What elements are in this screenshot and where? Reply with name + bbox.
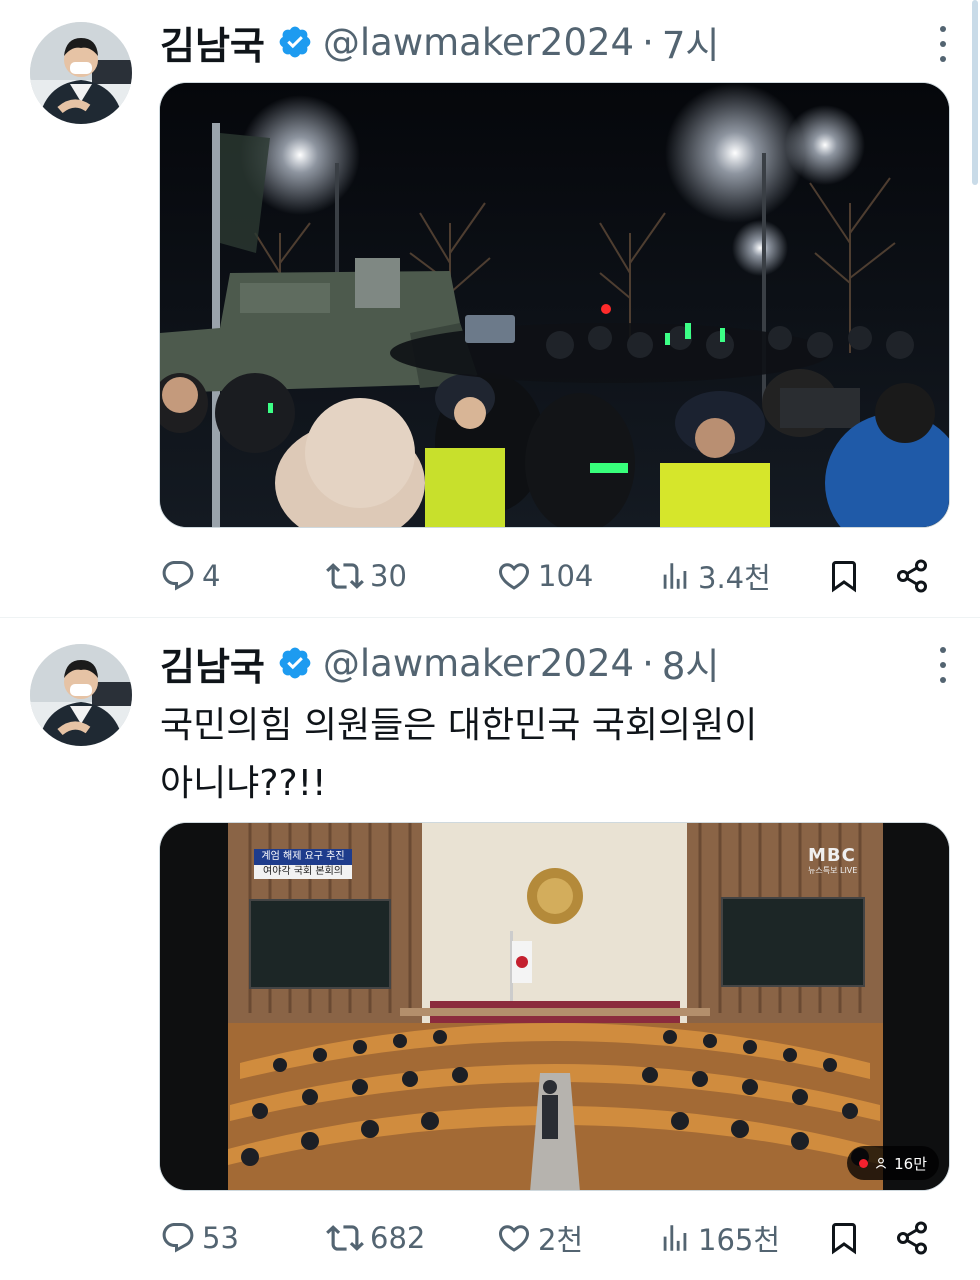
author-handle[interactable]: @lawmaker2024 xyxy=(323,21,634,64)
author-handle[interactable]: @lawmaker2024 xyxy=(323,642,634,685)
tweet-text: 국민의힘 의원들은 대한민국 국회의원이 아니냐??!! xyxy=(160,705,758,804)
broadcast-caption-top: 계엄 해제 요구 추진 xyxy=(261,851,345,862)
reply-button[interactable]: 53 xyxy=(160,1214,239,1262)
views-count: 3.4천 xyxy=(698,561,771,595)
share-button[interactable] xyxy=(894,552,930,600)
separator-dot: · xyxy=(642,20,654,64)
timestamp[interactable]: 8시 xyxy=(662,636,720,690)
avatar[interactable] xyxy=(30,644,132,746)
more-options-icon[interactable] xyxy=(936,26,950,62)
author-name[interactable]: 김남국 xyxy=(160,15,265,70)
tweet-header: 김남국 @lawmaker2024 · 8시 xyxy=(160,633,950,693)
avatar[interactable] xyxy=(30,22,132,124)
reply-count: 4 xyxy=(202,559,221,593)
photo-icon xyxy=(160,83,949,527)
video-view-count: 16만 xyxy=(894,1154,927,1173)
tweet-actions: 53 682 2천 165천 xyxy=(160,1214,950,1262)
person-icon xyxy=(876,1157,887,1169)
reply-button[interactable]: 4 xyxy=(160,552,220,600)
separator-dot: · xyxy=(642,641,654,685)
analytics-icon xyxy=(663,563,687,589)
tweet-video[interactable]: 계엄 해제 요구 추진 여야각 국회 본회의 MBC 뉴스특보 LIVE 16만 xyxy=(159,822,950,1191)
views-button[interactable]: 165천 xyxy=(658,1214,780,1262)
retweet-button[interactable]: 30 xyxy=(326,552,407,600)
broadcast-logo: MBC xyxy=(808,845,856,866)
live-dot-icon xyxy=(859,1158,869,1168)
bookmark-icon xyxy=(832,561,856,593)
heart-icon xyxy=(498,563,530,590)
retweet-count: 682 xyxy=(370,1221,426,1255)
share-icon xyxy=(897,559,927,593)
reply-icon xyxy=(162,561,194,591)
tweet[interactable]: 김남국 @lawmaker2024 · 8시 국민의힘 의원들은 대한민국 국회… xyxy=(0,619,980,1280)
bookmark-icon xyxy=(832,1223,856,1255)
retweet-count: 30 xyxy=(370,559,407,593)
views-button[interactable]: 3.4천 xyxy=(658,552,771,600)
bookmark-button[interactable] xyxy=(826,1214,862,1262)
like-count: 104 xyxy=(538,559,594,593)
author-name[interactable]: 김남국 xyxy=(160,636,265,691)
reply-icon xyxy=(162,1223,194,1253)
analytics-icon xyxy=(663,1225,687,1251)
tweet-header: 김남국 @lawmaker2024 · 7시 xyxy=(160,12,950,72)
timestamp[interactable]: 7시 xyxy=(662,15,720,69)
like-button[interactable]: 2천 xyxy=(496,1214,583,1262)
tweet-photo[interactable] xyxy=(159,82,950,528)
bookmark-button[interactable] xyxy=(826,552,862,600)
retweet-icon xyxy=(326,563,364,589)
verified-badge-icon xyxy=(279,26,311,58)
views-count: 165천 xyxy=(698,1223,781,1257)
share-icon xyxy=(897,1221,927,1255)
broadcast-logo-sub: 뉴스특보 LIVE xyxy=(808,866,858,875)
more-options-icon[interactable] xyxy=(936,647,950,683)
broadcast-caption-bottom: 여야각 국회 본회의 xyxy=(263,866,343,877)
view-count-badge: 16만 xyxy=(847,1146,939,1180)
tweet[interactable]: 김남국 @lawmaker2024 · 7시 4 30 104 3.4천 xyxy=(0,0,980,618)
share-button[interactable] xyxy=(894,1214,930,1262)
verified-badge-icon xyxy=(279,647,311,679)
retweet-button[interactable]: 682 xyxy=(326,1214,425,1262)
retweet-icon xyxy=(326,1225,364,1251)
tweet-actions: 4 30 104 3.4천 xyxy=(160,552,950,600)
reply-count: 53 xyxy=(202,1221,239,1255)
heart-icon xyxy=(498,1225,530,1252)
like-count: 2천 xyxy=(538,1223,584,1257)
like-button[interactable]: 104 xyxy=(496,552,593,600)
